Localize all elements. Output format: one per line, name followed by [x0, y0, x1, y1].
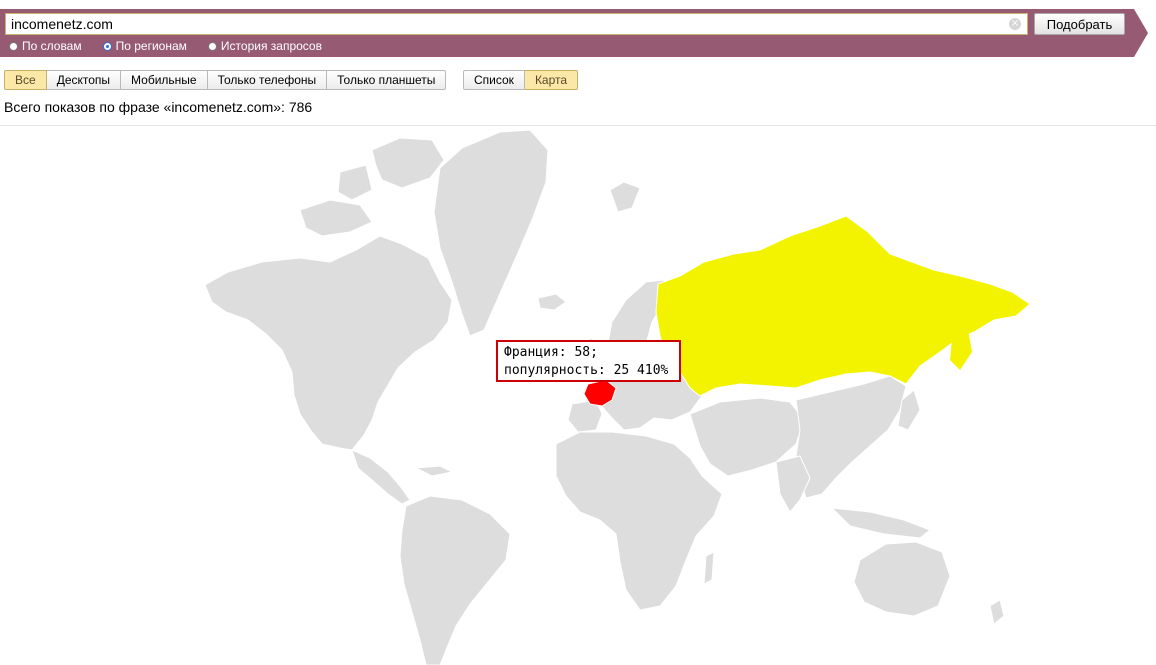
map-region-north-america[interactable]	[204, 235, 453, 451]
map-region-asia[interactable]	[795, 375, 907, 499]
submit-button[interactable]: Подобрать	[1034, 13, 1125, 35]
mode-label: По регионам	[115, 39, 187, 53]
map-region-new-zealand[interactable]	[989, 599, 1005, 625]
map-region-central-america[interactable]	[351, 449, 411, 505]
view-list[interactable]: Список	[463, 70, 525, 90]
total-impressions: Всего показов по фразе «incomenetz.com»:…	[4, 99, 313, 115]
map-region-caribbean[interactable]	[414, 465, 454, 477]
search-mode-group: По словам По регионам История запросов	[9, 38, 343, 54]
map-region-russia[interactable]	[655, 215, 1031, 397]
map-region-arctic-islands-2[interactable]	[337, 164, 373, 201]
map-region-australia[interactable]	[853, 541, 951, 617]
mode-history[interactable]: История запросов	[207, 39, 322, 53]
radio-icon[interactable]	[9, 41, 18, 51]
map-region-madagascar[interactable]	[703, 551, 715, 585]
filter-tablets-only[interactable]: Только планшеты	[327, 70, 447, 90]
filter-mobile[interactable]: Мобильные	[121, 70, 208, 90]
map-tooltip: Франция: 58; популярность: 25 410%	[496, 340, 681, 382]
mode-label: История запросов	[220, 39, 322, 53]
tooltip-line-popularity: популярность: 25 410%	[504, 363, 669, 378]
device-filter-group: Все Десктопы Мобильные Только телефоны Т…	[4, 70, 447, 90]
search-header-arrow	[1134, 9, 1148, 57]
filter-desktops[interactable]: Десктопы	[46, 70, 122, 90]
map-region-africa[interactable]	[555, 431, 723, 611]
tooltip-line-region: Франция: 58;	[504, 345, 598, 360]
mode-by-words[interactable]: По словам	[9, 39, 82, 53]
view-map[interactable]: Карта	[524, 70, 579, 90]
mode-by-regions[interactable]: По регионам	[102, 39, 187, 53]
world-map	[204, 129, 1031, 665]
map-region-indonesia[interactable]	[830, 507, 931, 539]
map-region-svalbard[interactable]	[609, 181, 641, 213]
map-region-iceland[interactable]	[537, 293, 567, 311]
filter-all[interactable]: Все	[4, 70, 47, 90]
mode-label: По словам	[22, 39, 82, 53]
radio-icon[interactable]	[207, 41, 217, 51]
clear-icon[interactable]: ×	[1009, 18, 1021, 30]
search-box: ×	[5, 13, 1028, 35]
search-input[interactable]	[11, 14, 1001, 34]
map-region-arctic-islands[interactable]	[299, 199, 373, 237]
map-region-south-america[interactable]	[399, 495, 511, 665]
filter-phones-only[interactable]: Только телефоны	[207, 70, 328, 90]
map-region-baffin[interactable]	[371, 137, 445, 189]
view-toggle-group: Список Карта	[463, 70, 579, 90]
radio-selected-icon[interactable]	[102, 41, 112, 51]
